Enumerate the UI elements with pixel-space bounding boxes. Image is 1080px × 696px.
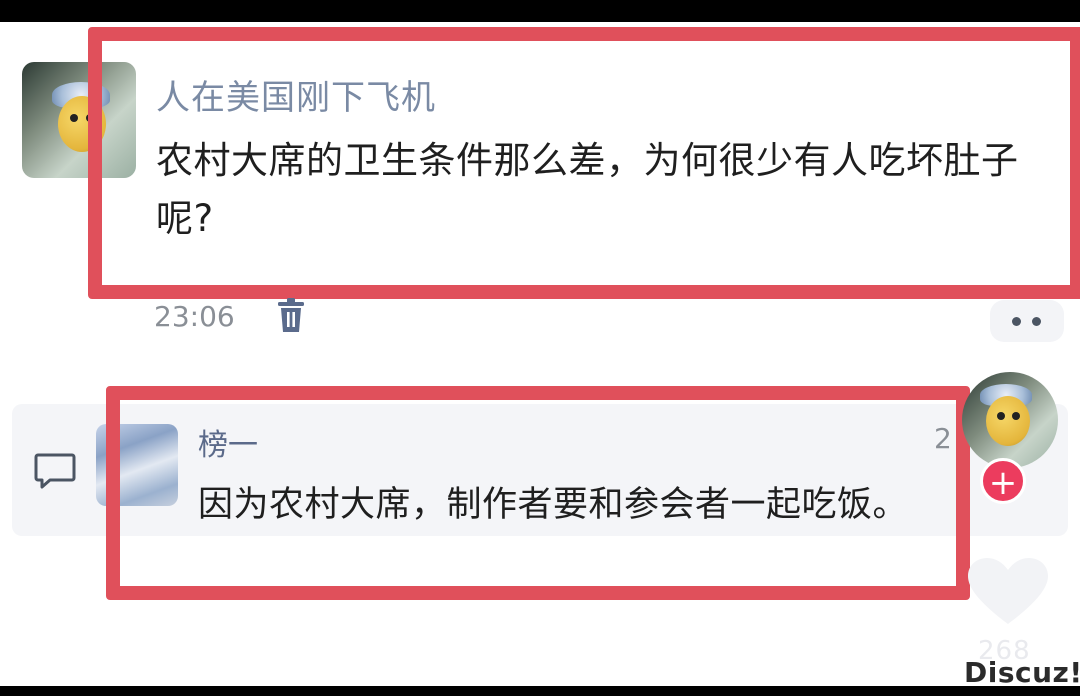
trash-icon[interactable] [276, 298, 306, 334]
more-options-button[interactable] [990, 300, 1064, 342]
more-icon [1012, 317, 1021, 326]
avatar-face [986, 396, 1030, 446]
more-icon-dot [1032, 317, 1041, 326]
follow-button[interactable]: + [980, 458, 1026, 504]
top-bar [0, 0, 1080, 22]
post-timestamp: 23:06 [154, 300, 235, 333]
avatar-eye [997, 412, 1005, 420]
highlight-box-post [88, 27, 1080, 299]
profile-avatar[interactable] [962, 372, 1058, 468]
bottom-bar [0, 686, 1080, 696]
avatar-eye [70, 114, 78, 122]
comment-icon[interactable] [34, 452, 76, 490]
watermark: Discuz! [964, 656, 1080, 689]
highlight-box-reply [106, 386, 970, 600]
heart-icon[interactable] [966, 556, 1050, 628]
avatar-eye [1012, 412, 1020, 420]
